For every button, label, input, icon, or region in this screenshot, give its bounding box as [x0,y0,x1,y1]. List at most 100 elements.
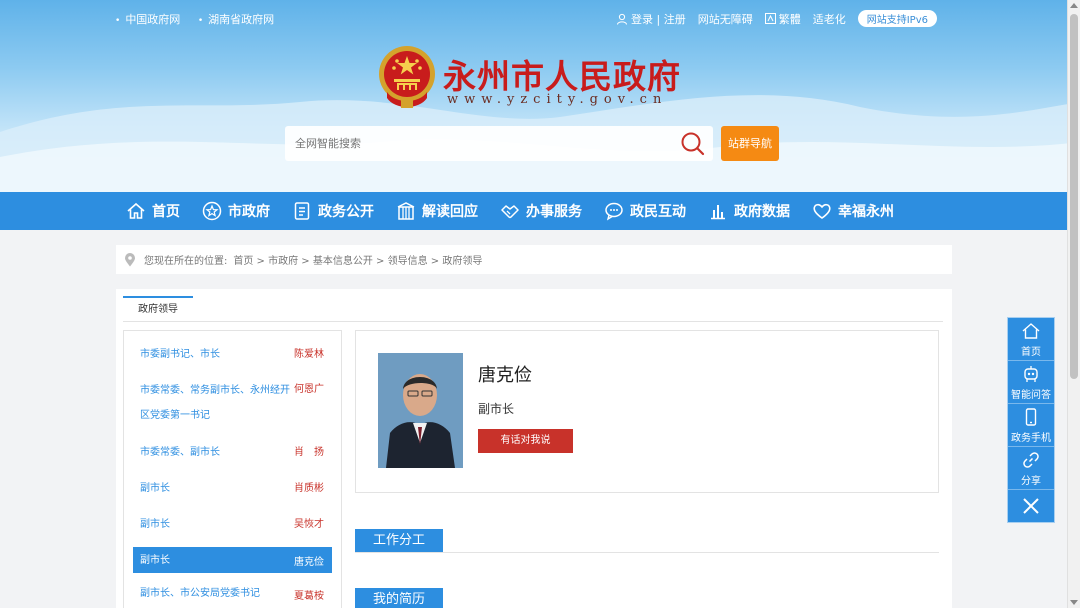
traditional-chinese-link[interactable]: 繁體 [764,11,801,27]
chat-icon [605,202,623,221]
elderly-mode-link[interactable]: 适老化 [813,11,846,27]
section-resume: 我的简历 [355,588,443,608]
leader-portrait [378,353,463,468]
tool-smart-qa[interactable]: 智能问答 [1008,361,1054,404]
toolbar-close-button[interactable] [1008,490,1054,524]
nav-label: 解读回应 [422,204,478,220]
link-china-gov[interactable]: 中国政府网 [115,13,180,26]
nav-item-interaction[interactable]: 政民互动 [604,192,686,230]
leader-post: 副市长 [140,518,170,530]
leader-post: 市委副书记、市长 [140,348,220,360]
scroll-down-arrow-icon[interactable] [1070,600,1078,605]
leader-post: 副市长 [140,554,170,566]
leader-post: 副市长、市公安局党委书记 [140,587,260,599]
page-scrollbar[interactable] [1067,0,1080,608]
leader-list-item[interactable]: 副市长、市公安局党委书记 夏葛桉 [133,578,332,608]
leader-post: 市委常委、副市长 [140,446,220,458]
accessibility-link[interactable]: 网站无障碍 [698,11,753,27]
close-icon [1023,498,1039,514]
tool-label: 政务手机 [1011,432,1051,444]
location-pin-icon [125,252,135,266]
message-leader-button[interactable]: 有话对我说 [478,429,573,453]
login-label: 登录 | 注册 [631,12,686,26]
nav-item-government-affairs[interactable]: 政务公开 [292,192,374,230]
document-icon [294,202,310,220]
scroll-up-arrow-icon[interactable] [1070,3,1078,8]
bar-chart-icon [711,205,725,220]
leader-name: 陈爱林 [294,349,324,360]
section-work-division: 工作分工 [355,529,443,553]
tool-label: 分享 [1021,475,1041,487]
site-url: www.yzcity.gov.cn [447,92,668,107]
nav-item-city-government[interactable]: 市政府 [202,192,270,230]
nav-label: 办事服务 [526,204,582,220]
section-divider [355,552,939,553]
site-title: 永州市人民政府 [443,57,681,96]
nav-label: 首页 [152,204,180,220]
home-icon [1022,322,1040,339]
leader-list-item[interactable]: 副市长 吴恢才 [133,506,332,542]
leader-list-item[interactable]: 市委常委、副市长 肖 扬 [133,434,332,470]
nav-item-data[interactable]: 政府数据 [708,192,790,230]
nav-item-home[interactable]: 首页 [126,192,180,230]
tab-government-leaders[interactable]: 政府领导 [123,296,193,322]
scrollbar-thumb[interactable] [1070,14,1078,379]
link-icon [1023,451,1039,468]
leader-post: 副市长 [140,482,170,494]
site-group-nav-button[interactable]: 站群导航 [721,126,779,161]
nav-label: 政务公开 [318,204,374,220]
breadcrumb: 您现在所在的位置: 首页 > 市政府 > 基本信息公开 > 领导信息 > 政府领… [116,245,952,274]
tool-label: 智能问答 [1011,389,1051,401]
leader-list: 市委副书记、市长 陈爱林 市委常委、常务副市长、永州经开区党委第一书记 何恩广 … [123,330,342,608]
building-icon [397,202,415,220]
translate-icon [764,13,776,24]
search-icon[interactable] [680,131,705,156]
leader-name: 唐克俭 [294,557,324,568]
login-link[interactable]: 登录 | 注册 [616,11,686,27]
breadcrumb-prefix: 您现在所在的位置: [144,256,228,267]
leader-list-item[interactable]: 副市长 肖质彬 [133,470,332,506]
tool-share[interactable]: 分享 [1008,447,1054,490]
nav-item-services[interactable]: 办事服务 [500,192,582,230]
leader-name-heading: 唐克俭 [478,365,532,386]
leader-list-item-active[interactable]: 副市长 唐克俭 [133,547,332,573]
handshake-icon [501,205,519,219]
tab-divider [123,321,943,322]
heart-icon [813,203,831,219]
floating-toolbar: 首页 智能问答 政务手机 分享 [1007,317,1055,523]
nav-item-happy-yongzhou[interactable]: 幸福永州 [812,192,894,230]
top-utility-links: 登录 | 注册 网站无障碍 繁體 适老化 网站支持IPv6 [604,10,937,27]
nav-label: 政民互动 [630,204,686,220]
header-banner: 中国政府网 湖南省政府网 登录 | 注册 网站无障碍 繁體 适老化 网站支持IP… [0,0,1080,192]
search-box [285,126,713,161]
leader-name: 肖 扬 [294,447,324,458]
traditional-label: 繁體 [778,12,801,26]
robot-icon [1024,365,1038,382]
leader-name: 吴恢才 [294,519,324,530]
main-nav: 首页 市政府 政务公开 解读回应 办事服务 政民互动 政府数据 幸福永州 [0,192,1080,230]
mobile-icon [1025,407,1037,426]
leader-list-item[interactable]: 市委常委、常务副市长、永州经开区党委第一书记 何恩广 [133,372,332,434]
nav-item-interpretation[interactable]: 解读回应 [396,192,478,230]
external-links: 中国政府网 湖南省政府网 [115,11,288,27]
leader-title: 副市长 [478,402,515,416]
nav-label: 政府数据 [734,204,790,220]
user-icon [617,13,628,25]
top-links-bar: 中国政府网 湖南省政府网 登录 | 注册 网站无障碍 繁體 适老化 网站支持IP… [115,10,937,27]
leader-post: 市委常委、常务副市长、永州经开区党委第一书记 [140,385,290,421]
leader-name: 肖质彬 [294,483,324,494]
search-input[interactable] [285,126,665,161]
leader-name: 何恩广 [294,384,324,395]
nav-label: 市政府 [228,204,270,220]
tool-label: 首页 [1021,346,1041,358]
leader-profile-card: 唐克俭 副市长 有话对我说 [355,330,939,493]
leader-list-item[interactable]: 市委副书记、市长 陈爱林 [133,336,332,372]
ipv6-badge: 网站支持IPv6 [857,10,937,27]
link-hunan-gov[interactable]: 湖南省政府网 [198,13,274,26]
content-panel: 政府领导 市委副书记、市长 陈爱林 市委常委、常务副市长、永州经开区党委第一书记… [116,289,952,608]
star-badge-icon [202,201,222,221]
tool-home[interactable]: 首页 [1008,318,1054,361]
tool-mobile[interactable]: 政务手机 [1008,404,1054,447]
breadcrumb-path[interactable]: 首页 > 市政府 > 基本信息公开 > 领导信息 > 政府领导 [233,252,482,267]
site-logo[interactable]: 永州市人民政府 www.yzcity.gov.cn [377,44,697,114]
